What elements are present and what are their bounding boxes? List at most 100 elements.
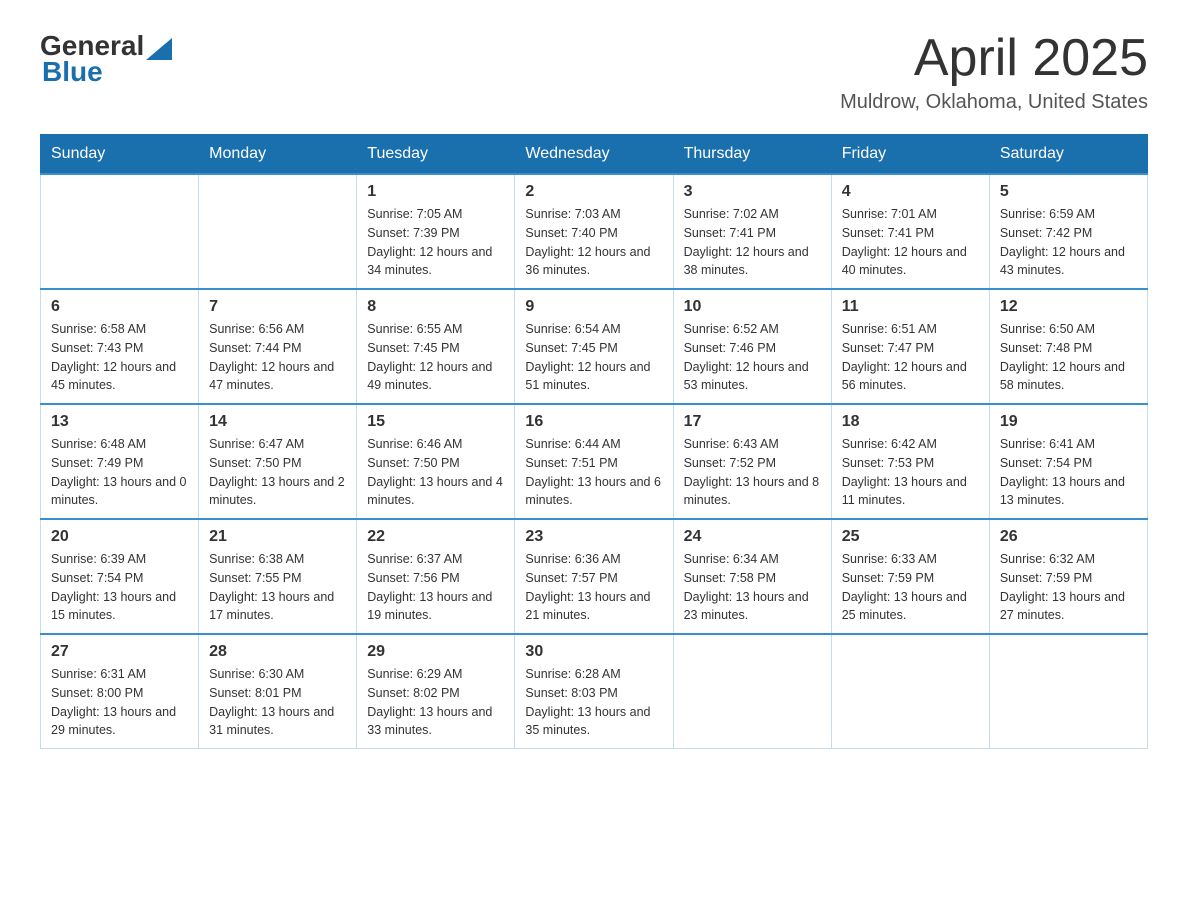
day-header-tuesday: Tuesday [357, 135, 515, 175]
day-info: Sunrise: 6:58 AMSunset: 7:43 PMDaylight:… [51, 320, 188, 395]
day-info: Sunrise: 6:37 AMSunset: 7:56 PMDaylight:… [367, 550, 504, 625]
day-number: 12 [1000, 298, 1137, 316]
day-number: 26 [1000, 528, 1137, 546]
day-info: Sunrise: 6:43 AMSunset: 7:52 PMDaylight:… [684, 435, 821, 510]
calendar-week-1: 1 Sunrise: 7:05 AMSunset: 7:39 PMDaylight… [41, 174, 1148, 289]
calendar-week-5: 27Sunrise: 6:31 AMSunset: 8:00 PMDayligh… [41, 634, 1148, 749]
day-info: Sunrise: 6:29 AMSunset: 8:02 PMDaylight:… [367, 665, 504, 740]
day-info: Sunrise: 7:01 AMSunset: 7:41 PMDaylight:… [842, 205, 979, 280]
calendar-cell: 14 Sunrise: 6:47 AMSunset: 7:50 PMDayligh… [199, 404, 357, 519]
calendar-cell [41, 174, 199, 289]
calendar-cell: 5Sunrise: 6:59 AMSunset: 7:42 PMDaylight… [989, 174, 1147, 289]
day-number: 27 [51, 643, 188, 661]
day-number: 8 [367, 298, 504, 316]
day-number: 10 [684, 298, 821, 316]
month-title: April 2025 [840, 30, 1148, 87]
day-info: Sunrise: 6:41 AMSunset: 7:54 PMDaylight:… [1000, 435, 1137, 510]
day-info: Sunrise: 6:38 AMSunset: 7:55 PMDaylight:… [209, 550, 346, 625]
calendar-cell: 30 Sunrise: 6:28 AMSunset: 8:03 PMDayligh… [515, 634, 673, 749]
day-header-friday: Friday [831, 135, 989, 175]
day-number: 23 [525, 528, 662, 546]
calendar-cell: 4Sunrise: 7:01 AMSunset: 7:41 PMDaylight… [831, 174, 989, 289]
logo: General Blue [40, 30, 172, 88]
calendar-header-row: SundayMondayTuesdayWednesdayThursdayFrid… [41, 135, 1148, 175]
calendar-cell [989, 634, 1147, 749]
calendar-cell: 9 Sunrise: 6:54 AMSunset: 7:45 PMDaylight… [515, 289, 673, 404]
calendar-cell [831, 634, 989, 749]
day-number: 16 [525, 413, 662, 431]
day-number: 18 [842, 413, 979, 431]
day-info: Sunrise: 6:42 AMSunset: 7:53 PMDaylight:… [842, 435, 979, 510]
day-info: Sunrise: 6:30 AMSunset: 8:01 PMDaylight:… [209, 665, 346, 740]
day-info: Sunrise: 6:55 AMSunset: 7:45 PMDaylight:… [367, 320, 504, 395]
logo-icon [146, 34, 172, 60]
calendar-cell: 29 Sunrise: 6:29 AMSunset: 8:02 PMDayligh… [357, 634, 515, 749]
day-number: 30 [525, 643, 662, 661]
calendar-cell: 19 Sunrise: 6:41 AMSunset: 7:54 PMDayligh… [989, 404, 1147, 519]
day-info: Sunrise: 7:03 AMSunset: 7:40 PMDaylight:… [525, 205, 662, 280]
day-number: 9 [525, 298, 662, 316]
calendar-cell: 26 Sunrise: 6:32 AMSunset: 7:59 PMDayligh… [989, 519, 1147, 634]
day-info: Sunrise: 6:59 AMSunset: 7:42 PMDaylight:… [1000, 205, 1137, 280]
calendar-cell: 7Sunrise: 6:56 AMSunset: 7:44 PMDaylight… [199, 289, 357, 404]
calendar-cell: 23Sunrise: 6:36 AMSunset: 7:57 PMDayligh… [515, 519, 673, 634]
day-info: Sunrise: 6:52 AMSunset: 7:46 PMDaylight:… [684, 320, 821, 395]
calendar-cell: 20 Sunrise: 6:39 AMSunset: 7:54 PMDayligh… [41, 519, 199, 634]
day-number: 29 [367, 643, 504, 661]
calendar-cell: 21 Sunrise: 6:38 AMSunset: 7:55 PMDayligh… [199, 519, 357, 634]
day-info: Sunrise: 6:48 AMSunset: 7:49 PMDaylight:… [51, 435, 188, 510]
calendar-week-4: 20 Sunrise: 6:39 AMSunset: 7:54 PMDayligh… [41, 519, 1148, 634]
calendar-cell: 13 Sunrise: 6:48 AMSunset: 7:49 PMDayligh… [41, 404, 199, 519]
day-info: Sunrise: 6:47 AMSunset: 7:50 PMDaylight:… [209, 435, 346, 510]
day-number: 19 [1000, 413, 1137, 431]
day-number: 2 [525, 183, 662, 201]
day-info: Sunrise: 6:33 AMSunset: 7:59 PMDaylight:… [842, 550, 979, 625]
title-area: April 2025 Muldrow, Oklahoma, United Sta… [840, 30, 1148, 114]
day-number: 13 [51, 413, 188, 431]
calendar-cell: 24Sunrise: 6:34 AMSunset: 7:58 PMDayligh… [673, 519, 831, 634]
day-number: 7 [209, 298, 346, 316]
day-info: Sunrise: 6:39 AMSunset: 7:54 PMDaylight:… [51, 550, 188, 625]
day-number: 6 [51, 298, 188, 316]
day-number: 3 [684, 183, 821, 201]
day-info: Sunrise: 6:34 AMSunset: 7:58 PMDaylight:… [684, 550, 821, 625]
day-number: 20 [51, 528, 188, 546]
calendar-cell: 15 Sunrise: 6:46 AMSunset: 7:50 PMDayligh… [357, 404, 515, 519]
calendar-cell: 11 Sunrise: 6:51 AMSunset: 7:47 PMDayligh… [831, 289, 989, 404]
calendar-week-3: 13 Sunrise: 6:48 AMSunset: 7:49 PMDayligh… [41, 404, 1148, 519]
day-info: Sunrise: 6:46 AMSunset: 7:50 PMDaylight:… [367, 435, 504, 510]
day-info: Sunrise: 7:05 AMSunset: 7:39 PMDaylight:… [367, 205, 504, 280]
day-number: 15 [367, 413, 504, 431]
calendar-cell: 3Sunrise: 7:02 AMSunset: 7:41 PMDaylight… [673, 174, 831, 289]
day-number: 14 [209, 413, 346, 431]
day-number: 11 [842, 298, 979, 316]
calendar-cell: 28 Sunrise: 6:30 AMSunset: 8:01 PMDayligh… [199, 634, 357, 749]
calendar-cell: 2 Sunrise: 7:03 AMSunset: 7:40 PMDaylight… [515, 174, 673, 289]
day-number: 21 [209, 528, 346, 546]
day-number: 1 [367, 183, 504, 201]
day-header-sunday: Sunday [41, 135, 199, 175]
day-info: Sunrise: 6:28 AMSunset: 8:03 PMDaylight:… [525, 665, 662, 740]
calendar-week-2: 6 Sunrise: 6:58 AMSunset: 7:43 PMDaylight… [41, 289, 1148, 404]
calendar-cell: 12 Sunrise: 6:50 AMSunset: 7:48 PMDayligh… [989, 289, 1147, 404]
day-header-saturday: Saturday [989, 135, 1147, 175]
day-header-wednesday: Wednesday [515, 135, 673, 175]
calendar-cell: 1 Sunrise: 7:05 AMSunset: 7:39 PMDaylight… [357, 174, 515, 289]
calendar-cell [673, 634, 831, 749]
calendar-cell: 16 Sunrise: 6:44 AMSunset: 7:51 PMDayligh… [515, 404, 673, 519]
location-title: Muldrow, Oklahoma, United States [840, 91, 1148, 114]
day-info: Sunrise: 6:32 AMSunset: 7:59 PMDaylight:… [1000, 550, 1137, 625]
day-info: Sunrise: 6:50 AMSunset: 7:48 PMDaylight:… [1000, 320, 1137, 395]
day-number: 22 [367, 528, 504, 546]
day-info: Sunrise: 6:54 AMSunset: 7:45 PMDaylight:… [525, 320, 662, 395]
day-number: 25 [842, 528, 979, 546]
day-number: 28 [209, 643, 346, 661]
calendar-cell: 8 Sunrise: 6:55 AMSunset: 7:45 PMDaylight… [357, 289, 515, 404]
calendar-cell: 27Sunrise: 6:31 AMSunset: 8:00 PMDayligh… [41, 634, 199, 749]
day-info: Sunrise: 6:44 AMSunset: 7:51 PMDaylight:… [525, 435, 662, 510]
day-header-monday: Monday [199, 135, 357, 175]
day-info: Sunrise: 6:51 AMSunset: 7:47 PMDaylight:… [842, 320, 979, 395]
logo-blue-text: Blue [42, 56, 103, 88]
calendar-cell: 22 Sunrise: 6:37 AMSunset: 7:56 PMDayligh… [357, 519, 515, 634]
calendar-cell: 18 Sunrise: 6:42 AMSunset: 7:53 PMDayligh… [831, 404, 989, 519]
